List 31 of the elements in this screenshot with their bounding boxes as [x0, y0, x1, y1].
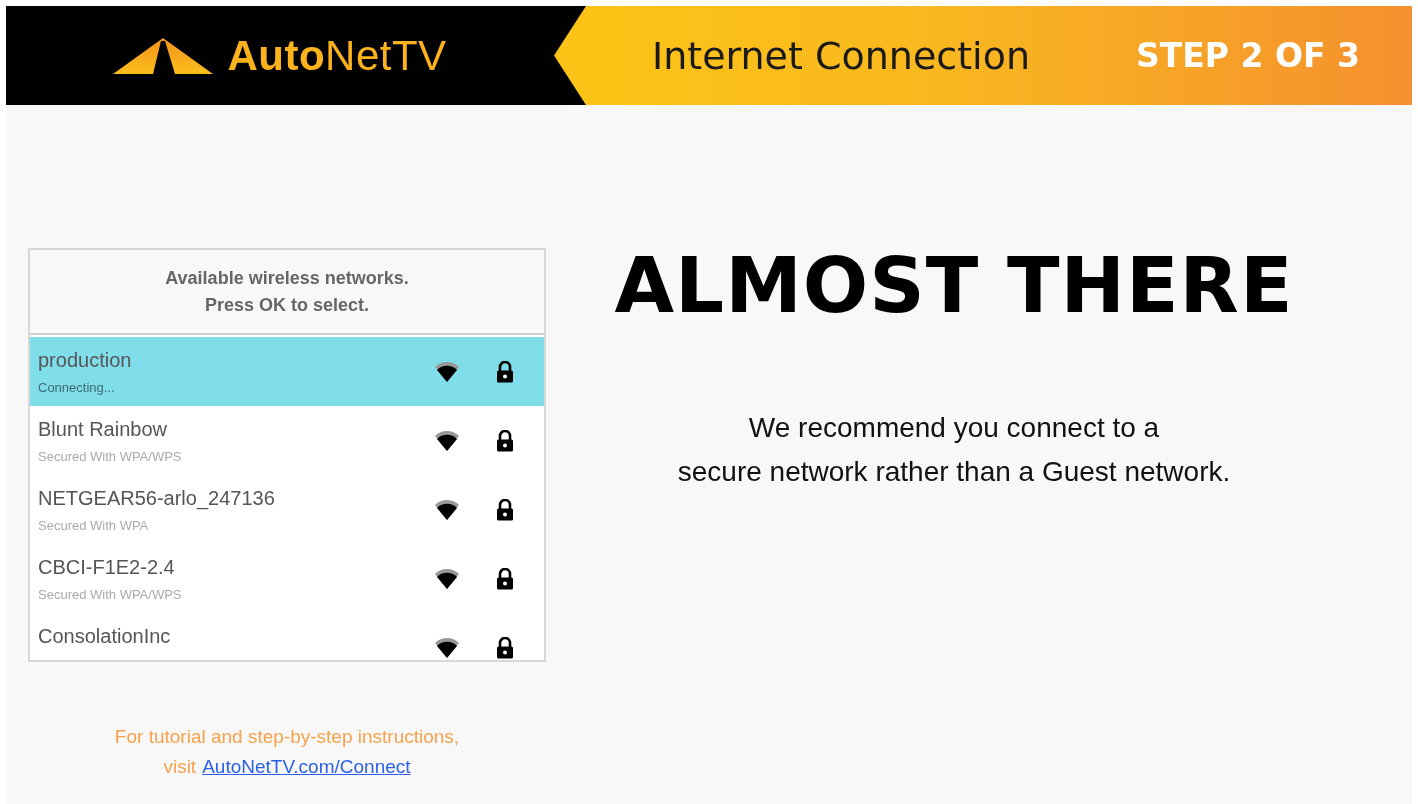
wifi-signal-icon [434, 498, 460, 521]
message-text: secure network rather than a Guest network. [677, 456, 1231, 488]
network-status: Secured With WPA/WPS [38, 449, 183, 464]
wifi-signal-icon [434, 567, 460, 590]
list-heading: Press OK to select. [204, 294, 370, 316]
help-text: For tutorial and step-by-step instructions, [113, 726, 461, 748]
network-name: ConsolationInc [38, 625, 172, 648]
network-item[interactable]: Blunt Rainbow Secured With WPA/WPS [30, 406, 544, 475]
network-item[interactable]: production Connecting... [30, 337, 544, 406]
step-indicator: STEP 2 OF 3 [1136, 36, 1360, 75]
network-name: NETGEAR56-arlo_247136 [38, 487, 276, 510]
headline: ALMOST THERE [614, 241, 1294, 330]
network-name: production [38, 349, 133, 372]
network-item[interactable]: NETGEAR56-arlo_247136 Secured With WPA [30, 475, 544, 544]
logo-text: AutoNetTV [227, 31, 447, 80]
network-name: CBCI-F1E2-2.4 [38, 556, 176, 579]
message-text: We recommend you connect to a [747, 412, 1161, 444]
list-heading: Available wireless networks. [165, 267, 409, 289]
wifi-signal-icon [434, 429, 460, 452]
connect-link[interactable]: AutoNetTV.com/Connect [202, 756, 411, 778]
page-title: Internet Connection [652, 33, 1030, 78]
help-text: visit [163, 756, 197, 778]
network-item[interactable]: ConsolationInc [30, 613, 544, 660]
network-status: Connecting... [38, 380, 116, 395]
network-name: Blunt Rainbow [38, 418, 168, 441]
network-item[interactable]: CBCI-F1E2-2.4 Secured With WPA/WPS [30, 544, 544, 613]
wifi-signal-icon [434, 636, 460, 659]
network-status: Secured With WPA [38, 518, 150, 533]
network-status: Secured With WPA/WPS [38, 587, 183, 602]
wifi-signal-icon [434, 360, 460, 383]
logo-icon [113, 36, 214, 75]
